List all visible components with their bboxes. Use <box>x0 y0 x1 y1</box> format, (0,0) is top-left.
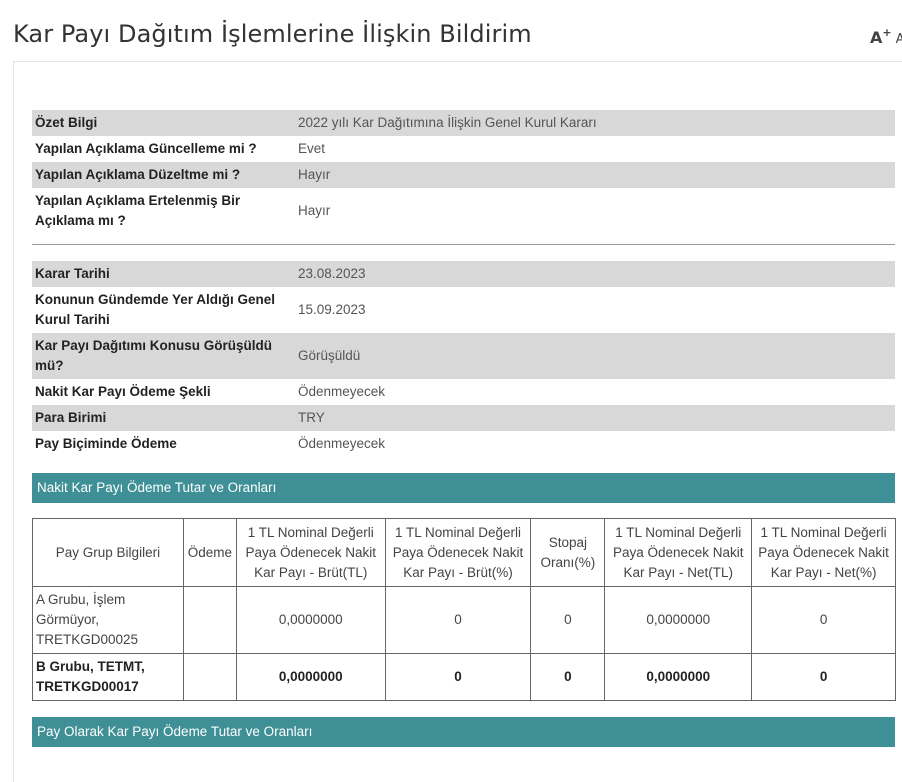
info-value: 23.08.2023 <box>292 261 895 287</box>
info-value: Görüşüldü <box>292 333 895 379</box>
info-row: Nakit Kar Payı Ödeme Şekli Ödenmeyecek <box>32 379 895 405</box>
info-label: Konunun Gündemde Yer Aldığı Genel Kurul … <box>35 292 276 327</box>
stock-dividend-section-header: Pay Olarak Kar Payı Ödeme Tutar ve Oranl… <box>32 717 895 747</box>
column-header: 1 TL Nominal Değerli Paya Ödenecek Nakit… <box>604 518 753 587</box>
summary-table: Özet Bilgi 2022 yılı Kar Dağıtımına İliş… <box>32 110 895 234</box>
table-cell <box>182 586 237 654</box>
info-row: Yapılan Açıklama Düzeltme mi ? Hayır <box>32 162 895 188</box>
page-title: Kar Payı Dağıtım İşlemlerine İlişkin Bil… <box>13 20 532 48</box>
column-header: Ödeme <box>182 518 237 587</box>
info-row: Kar Payı Dağıtımı Konusu Görüşüldü mü? G… <box>32 333 895 379</box>
info-value: Hayır <box>292 162 895 188</box>
dividend-table: Pay Grup Bilgileri Ödeme 1 TL Nominal De… <box>32 518 896 701</box>
table-cell: B Grubu, TETMT, TRETKGD00017 <box>32 653 184 701</box>
font-increase-icon[interactable]: A+ <box>870 26 892 47</box>
column-header: 1 TL Nominal Değerli Paya Ödenecek Nakit… <box>384 518 532 587</box>
info-label: Özet Bilgi <box>32 110 292 136</box>
info-value: Hayır <box>298 203 331 218</box>
table-header-row: Pay Grup Bilgileri Ödeme 1 TL Nominal De… <box>32 518 896 587</box>
table-cell: 0,0000000 <box>235 653 386 701</box>
cash-dividend-section-header: Nakit Kar Payı Ödeme Tutar ve Oranları <box>32 473 895 503</box>
info-label: Kar Payı Dağıtımı Konusu Görüşüldü mü? <box>32 333 292 379</box>
info-row: Yapılan Açıklama Ertelenmiş Bir Açıklama… <box>32 188 895 234</box>
table-cell: A Grubu, İşlem Görmüyor, TRETKGD00025 <box>32 586 184 654</box>
info-value: TRY <box>292 405 895 431</box>
column-header: 1 TL Nominal Değerli Paya Ödenecek Nakit… <box>235 518 386 587</box>
font-size-control[interactable]: A+ A <box>870 26 902 47</box>
section-divider <box>32 244 895 245</box>
info-value: 15.09.2023 <box>298 302 366 317</box>
info-label: Pay Biçiminde Ödeme <box>35 436 177 451</box>
table-row: A Grubu, İşlem Görmüyor, TRETKGD00025 0,… <box>32 586 896 654</box>
column-header: Pay Grup Bilgileri <box>32 518 184 587</box>
info-label: Karar Tarihi <box>32 261 292 287</box>
info-row: Para Birimi TRY <box>32 405 895 431</box>
table-cell: 0 <box>751 586 896 654</box>
table-cell: 0 <box>384 653 532 701</box>
table-row: B Grubu, TETMT, TRETKGD00017 0,0000000 0… <box>32 653 896 701</box>
info-row: Konunun Gündemde Yer Aldığı Genel Kurul … <box>32 287 895 333</box>
info-row: Özet Bilgi 2022 yılı Kar Dağıtımına İliş… <box>32 110 895 136</box>
info-row: Pay Biçiminde Ödeme Ödenmeyecek <box>32 431 895 457</box>
info-value: Evet <box>298 141 326 156</box>
info-value: 2022 yılı Kar Dağıtımına İlişkin Genel K… <box>292 110 895 136</box>
column-header: Stopaj Oranı(%) <box>530 518 606 587</box>
column-header: 1 TL Nominal Değerli Paya Ödenecek Nakit… <box>751 518 896 587</box>
info-label: Nakit Kar Payı Ödeme Şekli <box>35 384 211 399</box>
decision-table: Karar Tarihi 23.08.2023 Konunun Gündemde… <box>32 261 895 457</box>
info-row: Karar Tarihi 23.08.2023 <box>32 261 895 287</box>
table-cell: 0 <box>530 586 606 654</box>
info-value: Ödenmeyecek <box>298 384 386 399</box>
info-label: Para Birimi <box>32 405 292 431</box>
table-cell <box>182 653 237 701</box>
info-label: Yapılan Açıklama Düzeltme mi ? <box>32 162 292 188</box>
info-label: Yapılan Açıklama Güncelleme mi ? <box>35 141 257 156</box>
table-cell: 0,0000000 <box>604 586 753 654</box>
info-value: Ödenmeyecek <box>298 436 386 451</box>
table-cell: 0 <box>530 653 606 701</box>
info-row: Yapılan Açıklama Güncelleme mi ? Evet <box>32 136 895 162</box>
table-cell: 0 <box>384 586 532 654</box>
table-cell: 0,0000000 <box>604 653 753 701</box>
font-decrease-icon[interactable]: A <box>896 32 902 47</box>
table-cell: 0,0000000 <box>235 586 386 654</box>
table-cell: 0 <box>751 653 896 701</box>
info-label: Yapılan Açıklama Ertelenmiş Bir Açıklama… <box>35 193 241 228</box>
